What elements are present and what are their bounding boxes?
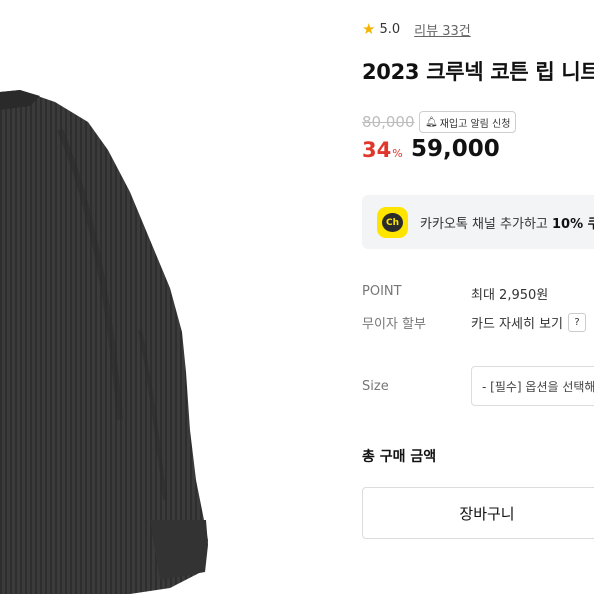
card-details-link[interactable]: 카드 자세히 보기 <box>471 313 563 332</box>
size-select[interactable]: - [필수] 옵션을 선택해 주세요 - <box>471 366 594 406</box>
review-count-link[interactable]: 리뷰 33건 <box>414 20 471 39</box>
installment-value: 카드 자세히 보기 ? <box>471 313 586 332</box>
installment-label: 무이자 할부 <box>362 317 426 332</box>
discount-rate: 34% <box>362 138 403 162</box>
restock-alert-button[interactable]: 🔔︎ 재입고 알림 신청 <box>419 111 517 133</box>
size-label: Size <box>362 379 389 394</box>
kakao-channel-icon: Ch <box>377 207 408 238</box>
total-price-label: 총 구매 금액 <box>362 449 437 465</box>
star-icon: ★ <box>362 20 376 38</box>
restock-alert-label: 재입고 알림 신청 <box>439 118 511 130</box>
point-label: POINT <box>362 284 402 299</box>
kakao-channel-icon-label: Ch <box>382 213 403 232</box>
point-value: 최대 2,950원 <box>471 288 549 303</box>
kakao-banner-text-prefix: 카카오톡 채널 추가하고 <box>420 217 552 232</box>
original-price: 80,000 <box>362 113 415 131</box>
sweater-illustration <box>0 90 208 594</box>
kakao-channel-banner[interactable]: Ch 카카오톡 채널 추가하고 10% 쿠 <box>362 195 594 249</box>
kakao-banner-text: 카카오톡 채널 추가하고 10% 쿠 <box>420 213 594 232</box>
add-to-cart-button[interactable]: 장바구니 <box>362 487 594 539</box>
product-image <box>0 0 345 594</box>
kakao-banner-text-emphasis: 10% 쿠 <box>552 217 594 232</box>
discount-value: 34 <box>362 138 392 162</box>
help-icon[interactable]: ? <box>568 313 586 332</box>
discount-unit: % <box>392 147 403 160</box>
bell-icon: 🔔︎ <box>425 116 438 128</box>
rating-score: 5.0 <box>379 22 401 37</box>
product-title: 2023 크루넥 코튼 립 니트 <box>362 60 594 84</box>
rating-row: ★ 5.0 리뷰 33건 <box>362 20 471 40</box>
sale-price: 59,000 <box>411 136 500 162</box>
